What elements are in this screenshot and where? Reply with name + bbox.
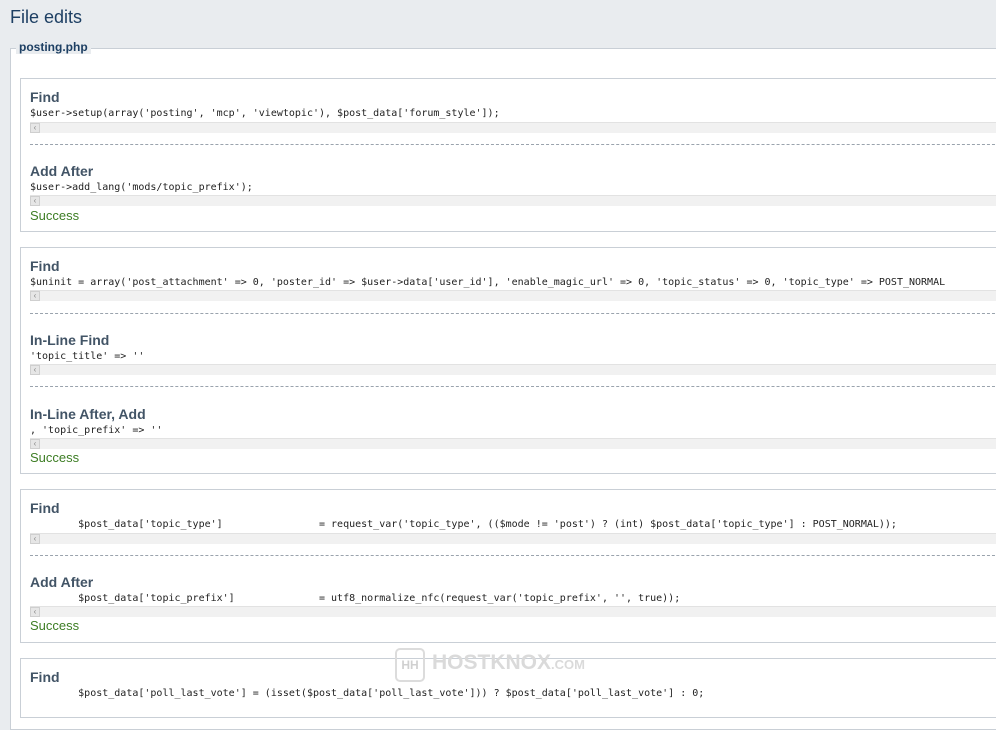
horizontal-scrollbar[interactable]: ‹ [30,606,996,617]
status-success: Success [30,618,80,633]
edit-box-2: Find $uninit = array('post_attachment' =… [20,247,996,474]
code-line: $post_data['topic_type'] = request_var('… [30,519,897,530]
code-line: 'topic_title' => '' [30,351,145,362]
file-legend: posting.php [16,40,91,54]
section-heading: In-Line After, Add [30,406,146,422]
code-line: , 'topic_prefix' => '' [30,425,163,436]
status-success: Success [30,208,80,223]
status-success: Success [30,450,80,465]
scroll-left-icon[interactable]: ‹ [30,123,40,133]
scroll-left-icon[interactable]: ‹ [30,196,40,206]
horizontal-scrollbar[interactable]: ‹ [30,290,996,301]
hostknox-logo-icon: HH [395,648,425,682]
section-divider [30,386,996,387]
code-line: $post_data['poll_last_vote'] = (isset($p… [30,688,705,699]
section-heading: In-Line Find [30,332,110,348]
section-heading: Find [30,258,60,274]
section-heading: Add After [30,163,94,179]
section-divider [30,313,996,314]
scroll-left-icon[interactable]: ‹ [30,291,40,301]
watermark-name: HOSTKNOX [432,651,552,674]
watermark-suffix: .COM [551,657,585,672]
code-line: $user->setup(array('posting', 'mcp', 'vi… [30,108,500,119]
section-heading: Add After [30,574,94,590]
section-divider [30,144,996,145]
page-title: File edits [10,7,83,27]
horizontal-scrollbar[interactable]: ‹ [30,195,996,206]
horizontal-scrollbar[interactable]: ‹ [30,533,996,544]
code-line: $uninit = array('post_attachment' => 0, … [30,277,946,288]
section-heading: Find [30,89,60,105]
section-heading: Find [30,669,60,685]
horizontal-scrollbar[interactable]: ‹ [30,122,996,133]
scroll-left-icon[interactable]: ‹ [30,365,40,375]
scroll-left-icon[interactable]: ‹ [30,534,40,544]
section-heading: Find [30,500,60,516]
horizontal-scrollbar[interactable]: ‹ [30,364,996,375]
scroll-left-icon[interactable]: ‹ [30,439,40,449]
scroll-left-icon[interactable]: ‹ [30,607,40,617]
horizontal-scrollbar[interactable]: ‹ [30,438,996,449]
code-line: $user->add_lang('mods/topic_prefix'); [30,182,253,193]
edit-box-1: Find $user->setup(array('posting', 'mcp'… [20,78,996,232]
section-divider [30,555,996,556]
edit-box-3: Find $post_data['topic_type'] = request_… [20,489,996,643]
code-line: $post_data['topic_prefix'] = utf8_normal… [30,593,681,604]
watermark-text: HOSTKNOX.COM [432,651,585,675]
